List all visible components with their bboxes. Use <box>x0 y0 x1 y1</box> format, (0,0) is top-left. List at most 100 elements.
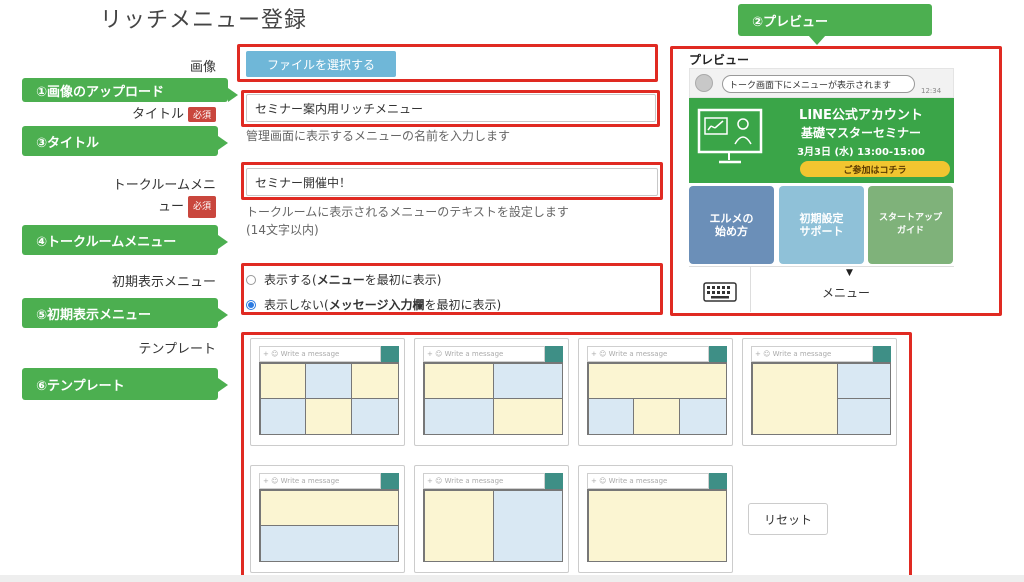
plus-icon: + <box>263 477 269 485</box>
chatbar-help-text: トークルームに表示されるメニューのテキストを設定します (14文字以内) <box>246 203 666 239</box>
callout-initial: ⑤初期表示メニュー <box>22 298 228 328</box>
template-input-bar: + ☺ Write a message <box>587 473 709 489</box>
preview-heading: プレビュー <box>689 53 750 67</box>
smiley-icon: ☺ <box>763 350 771 358</box>
send-area <box>873 346 891 362</box>
plus-icon: + <box>591 350 597 358</box>
chatbar-label: トークルームメニ ュー 必須 <box>80 176 216 218</box>
template-grid <box>423 362 563 435</box>
title-label-text: タイトル <box>131 107 184 122</box>
template-option[interactable]: + ☺ Write a message <box>250 465 405 573</box>
template-placeholder: Write a message <box>280 477 340 485</box>
template-input-bar: + ☺ Write a message <box>751 346 873 362</box>
preview-tile-setup-support[interactable]: 初期設定 サポート <box>779 186 864 264</box>
tile-line1: スタートアップ <box>878 213 942 223</box>
chevron-down-icon: ▼ <box>846 268 853 278</box>
preview-menu-label[interactable]: メニュー <box>822 284 870 301</box>
radio-label-bold: メッセージ入力欄 <box>328 298 425 312</box>
initial-display-label: 初期表示メニュー <box>111 275 216 290</box>
template-placeholder: Write a message <box>772 350 832 358</box>
template-option[interactable]: + ☺ Write a message <box>250 338 405 446</box>
banner-title: LINE公式アカウント <box>799 108 923 123</box>
template-placeholder: Write a message <box>280 350 340 358</box>
template-placeholder: Write a message <box>608 350 668 358</box>
chatbar-label-line1: トークルームメニ <box>112 178 216 193</box>
template-grid <box>587 489 727 562</box>
keyboard-icon <box>703 282 737 302</box>
smiley-icon: ☺ <box>435 477 443 485</box>
smiley-icon: ☺ <box>271 477 279 485</box>
radio-hide-menu[interactable]: 表示しない(メッセージ入力欄 を最初に表示) <box>246 296 501 313</box>
template-grid <box>751 362 891 435</box>
preview-message-bubble: トーク画面下にメニューが表示されます <box>722 75 915 93</box>
template-grid <box>587 362 727 435</box>
template-label: テンプレート <box>138 342 216 357</box>
template-input-bar: + ☺ Write a message <box>423 346 545 362</box>
callout-title: ③タイトル <box>22 126 228 156</box>
template-grid <box>259 362 399 435</box>
template-option[interactable]: + ☺ Write a message <box>742 338 897 446</box>
banner-cta-button[interactable]: ご参加はコチラ <box>800 161 950 177</box>
chatbar-help-line1: トークルームに表示されるメニューのテキストを設定します <box>246 205 569 219</box>
send-area <box>709 473 727 489</box>
tile-line1: 初期設定 <box>799 212 844 225</box>
callout-preview: ②プレビュー <box>738 4 932 45</box>
banner-date: 3月3日 (水) 13:00-15:00 <box>797 147 925 158</box>
banner-subtitle: 基礎マスターセミナー <box>800 126 921 140</box>
template-option[interactable]: + ☺ Write a message <box>414 465 569 573</box>
radio-label-prefix: 表示しない( <box>264 298 329 312</box>
title-help-text: 管理画面に表示するメニューの名前を入力します <box>246 129 511 143</box>
title-input[interactable]: セミナー案内用リッチメニュー <box>246 94 656 122</box>
preview-timestamp: 12:34 <box>921 87 942 95</box>
radio-label-suffix: を最初に表示) <box>364 273 442 287</box>
callout-chatbar: ④トークルームメニュー <box>22 225 228 255</box>
template-placeholder: Write a message <box>444 350 504 358</box>
tile-line2: 始め方 <box>715 225 748 238</box>
chatbar-label-line2-text: ュー <box>157 199 184 215</box>
keyboard-toggle[interactable] <box>689 266 751 312</box>
send-area <box>381 473 399 489</box>
template-option[interactable]: + ☺ Write a message <box>578 338 733 446</box>
file-select-button[interactable]: ファイルを選択する <box>246 51 396 77</box>
send-area <box>545 346 563 362</box>
plus-icon: + <box>263 350 269 358</box>
callout-upload: ①画像のアップロード <box>22 78 238 102</box>
radio-show-menu[interactable]: 表示する(メニュー を最初に表示) <box>246 271 441 288</box>
chatbar-help-line2: (14文字以内) <box>246 223 319 237</box>
template-option[interactable]: + ☺ Write a message <box>414 338 569 446</box>
required-badge: 必須 <box>187 196 216 218</box>
image-label: 画像 <box>189 60 216 75</box>
smiley-icon: ☺ <box>599 477 607 485</box>
radio-button-selected[interactable] <box>246 299 256 310</box>
reset-button[interactable]: リセット <box>748 503 828 535</box>
callout-template: ⑥テンプレート <box>22 368 228 400</box>
radio-label-bold: メニュー <box>316 273 365 287</box>
template-placeholder: Write a message <box>608 477 668 485</box>
monitor-icon <box>697 108 767 164</box>
plus-icon: + <box>427 477 433 485</box>
template-grid <box>259 489 399 562</box>
template-input-bar: + ☺ Write a message <box>259 346 381 362</box>
title-label: タイトル 必須 <box>100 103 216 122</box>
template-option[interactable]: + ☺ Write a message <box>578 465 733 573</box>
template-input-bar: + ☺ Write a message <box>587 346 709 362</box>
send-area <box>545 473 563 489</box>
plus-icon: + <box>591 477 597 485</box>
chatbar-input[interactable]: セミナー開催中！ <box>246 168 658 196</box>
template-input-bar: + ☺ Write a message <box>423 473 545 489</box>
avatar <box>695 74 713 92</box>
radio-label-prefix: 表示する( <box>264 273 317 287</box>
send-area <box>709 346 727 362</box>
radio-label-suffix: を最初に表示) <box>424 298 502 312</box>
tile-line2: ガイド <box>896 226 924 236</box>
preview-tile-startup-guide[interactable]: スタートアップ ガイド <box>868 186 953 264</box>
template-placeholder: Write a message <box>444 477 504 485</box>
radio-button[interactable] <box>246 274 256 285</box>
plus-icon: + <box>755 350 761 358</box>
tile-line2: サポート <box>799 225 844 238</box>
required-badge: 必須 <box>187 107 216 122</box>
smiley-icon: ☺ <box>271 350 279 358</box>
preview-tile-getting-started[interactable]: エルメの 始め方 <box>689 186 774 264</box>
plus-icon: + <box>427 350 433 358</box>
tile-line1: エルメの <box>709 212 754 225</box>
